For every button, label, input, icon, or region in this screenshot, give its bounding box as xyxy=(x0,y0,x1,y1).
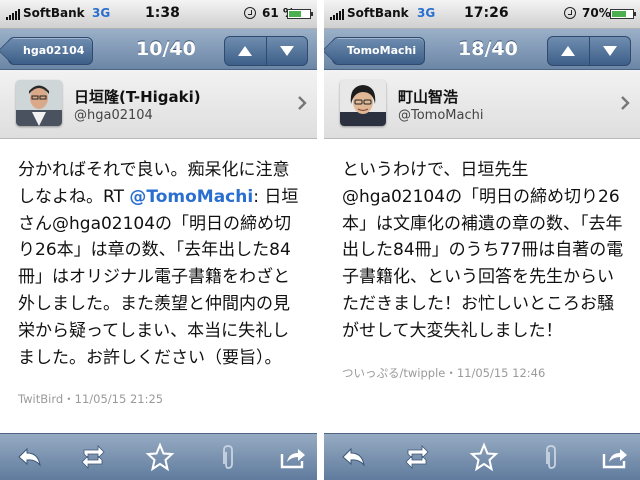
user-profile-row[interactable]: 日垣隆(T-Higaki) @hga02104 xyxy=(0,70,317,139)
tweet-text-part: : 日垣さん@hga02104の「明日の締め切り26本」は章の数、「去年出した8… xyxy=(18,186,299,368)
share-icon xyxy=(602,449,627,469)
retweet-icon xyxy=(81,445,105,469)
share-button[interactable] xyxy=(278,442,308,472)
chevron-right-icon xyxy=(298,96,307,110)
carrier-label: SoftBank xyxy=(347,6,409,20)
paperclip-icon xyxy=(223,445,233,469)
tweet-meta: ついっぷる/twipple・11/05/15 12:46 xyxy=(342,366,546,380)
avatar xyxy=(16,80,62,126)
paperclip-icon xyxy=(546,445,556,469)
back-button-label: TomoMachi xyxy=(347,44,417,57)
network-label: 3G xyxy=(92,6,111,20)
star-icon xyxy=(469,442,499,472)
status-bar: SoftBank 3G 17:26 70% xyxy=(324,0,640,29)
clock: 17:26 xyxy=(464,5,509,21)
battery-icon xyxy=(610,9,636,19)
previous-button[interactable] xyxy=(225,37,266,65)
navigation-bar: TomoMachi 18/40 xyxy=(324,29,640,70)
avatar xyxy=(340,80,386,126)
star-icon xyxy=(145,442,175,472)
battery-icon xyxy=(287,9,313,19)
status-bar: SoftBank 3G 1:38 61 % xyxy=(0,0,317,29)
battery-percent: 70% xyxy=(582,6,611,20)
tweet-detail: というわけで、日垣先生@hga02104の「明日の締め切り26本」は文庫化の補遺… xyxy=(324,139,640,434)
page-counter: 18/40 xyxy=(458,38,518,60)
arrow-down-icon xyxy=(279,46,294,56)
retweet-icon xyxy=(405,445,429,469)
screen-left: SoftBank 3G 1:38 61 % hga02104 10/40 日垣隆… xyxy=(0,0,317,480)
favorite-button[interactable] xyxy=(145,442,175,472)
back-button[interactable]: hga02104 xyxy=(8,37,94,65)
next-button[interactable] xyxy=(265,37,308,65)
previous-button[interactable] xyxy=(548,37,589,65)
reply-icon xyxy=(18,447,41,467)
arrow-up-icon xyxy=(238,46,253,56)
arrow-up-icon xyxy=(561,46,576,56)
back-button-label: hga02104 xyxy=(23,44,85,57)
page-counter: 10/40 xyxy=(136,38,196,60)
screen-right: SoftBank 3G 17:26 70% TomoMachi 18/40 町山… xyxy=(324,0,640,480)
favorite-button[interactable] xyxy=(469,442,499,472)
signal-icon xyxy=(6,9,20,20)
back-button[interactable]: TomoMachi xyxy=(332,37,426,65)
tweet-text: 分かればそれで良い。痴呆化に注意しなよね。RT @TomoMachi: 日垣さん… xyxy=(18,157,303,371)
share-icon xyxy=(280,449,305,469)
action-toolbar xyxy=(0,433,317,480)
retweet-button[interactable] xyxy=(402,442,432,472)
attach-button[interactable] xyxy=(536,442,566,472)
screen-name: @hga02104 xyxy=(74,108,153,123)
rotation-lock-icon xyxy=(244,7,256,19)
display-name: 町山智浩 xyxy=(398,88,459,106)
tweet-detail: 分かればそれで良い。痴呆化に注意しなよね。RT @TomoMachi: 日垣さん… xyxy=(0,139,317,434)
network-label: 3G xyxy=(417,6,436,20)
share-button[interactable] xyxy=(600,442,630,472)
tweet-text: というわけで、日垣先生@hga02104の「明日の締め切り26本」は文庫化の補遺… xyxy=(342,160,624,341)
prev-next-control xyxy=(224,36,308,66)
reply-icon xyxy=(342,447,365,467)
screen-name: @TomoMachi xyxy=(398,108,484,123)
chevron-right-icon xyxy=(621,96,630,110)
action-toolbar xyxy=(324,433,640,480)
attach-button[interactable] xyxy=(213,442,243,472)
display-name: 日垣隆(T-Higaki) xyxy=(74,88,201,106)
navigation-bar: hga02104 10/40 xyxy=(0,29,317,70)
next-button[interactable] xyxy=(588,37,631,65)
arrow-down-icon xyxy=(602,46,617,56)
tweet-meta: TwitBird・11/05/15 21:25 xyxy=(18,392,164,406)
carrier-label: SoftBank xyxy=(23,6,85,20)
rotation-lock-icon xyxy=(564,7,576,19)
reply-button[interactable] xyxy=(338,442,368,472)
prev-next-control xyxy=(547,36,631,66)
clock: 1:38 xyxy=(145,5,180,21)
mention-link[interactable]: @TomoMachi xyxy=(129,187,253,207)
user-profile-row[interactable]: 町山智浩 @TomoMachi xyxy=(324,70,640,139)
retweet-button[interactable] xyxy=(78,442,108,472)
reply-button[interactable] xyxy=(14,442,44,472)
signal-icon xyxy=(330,9,344,20)
